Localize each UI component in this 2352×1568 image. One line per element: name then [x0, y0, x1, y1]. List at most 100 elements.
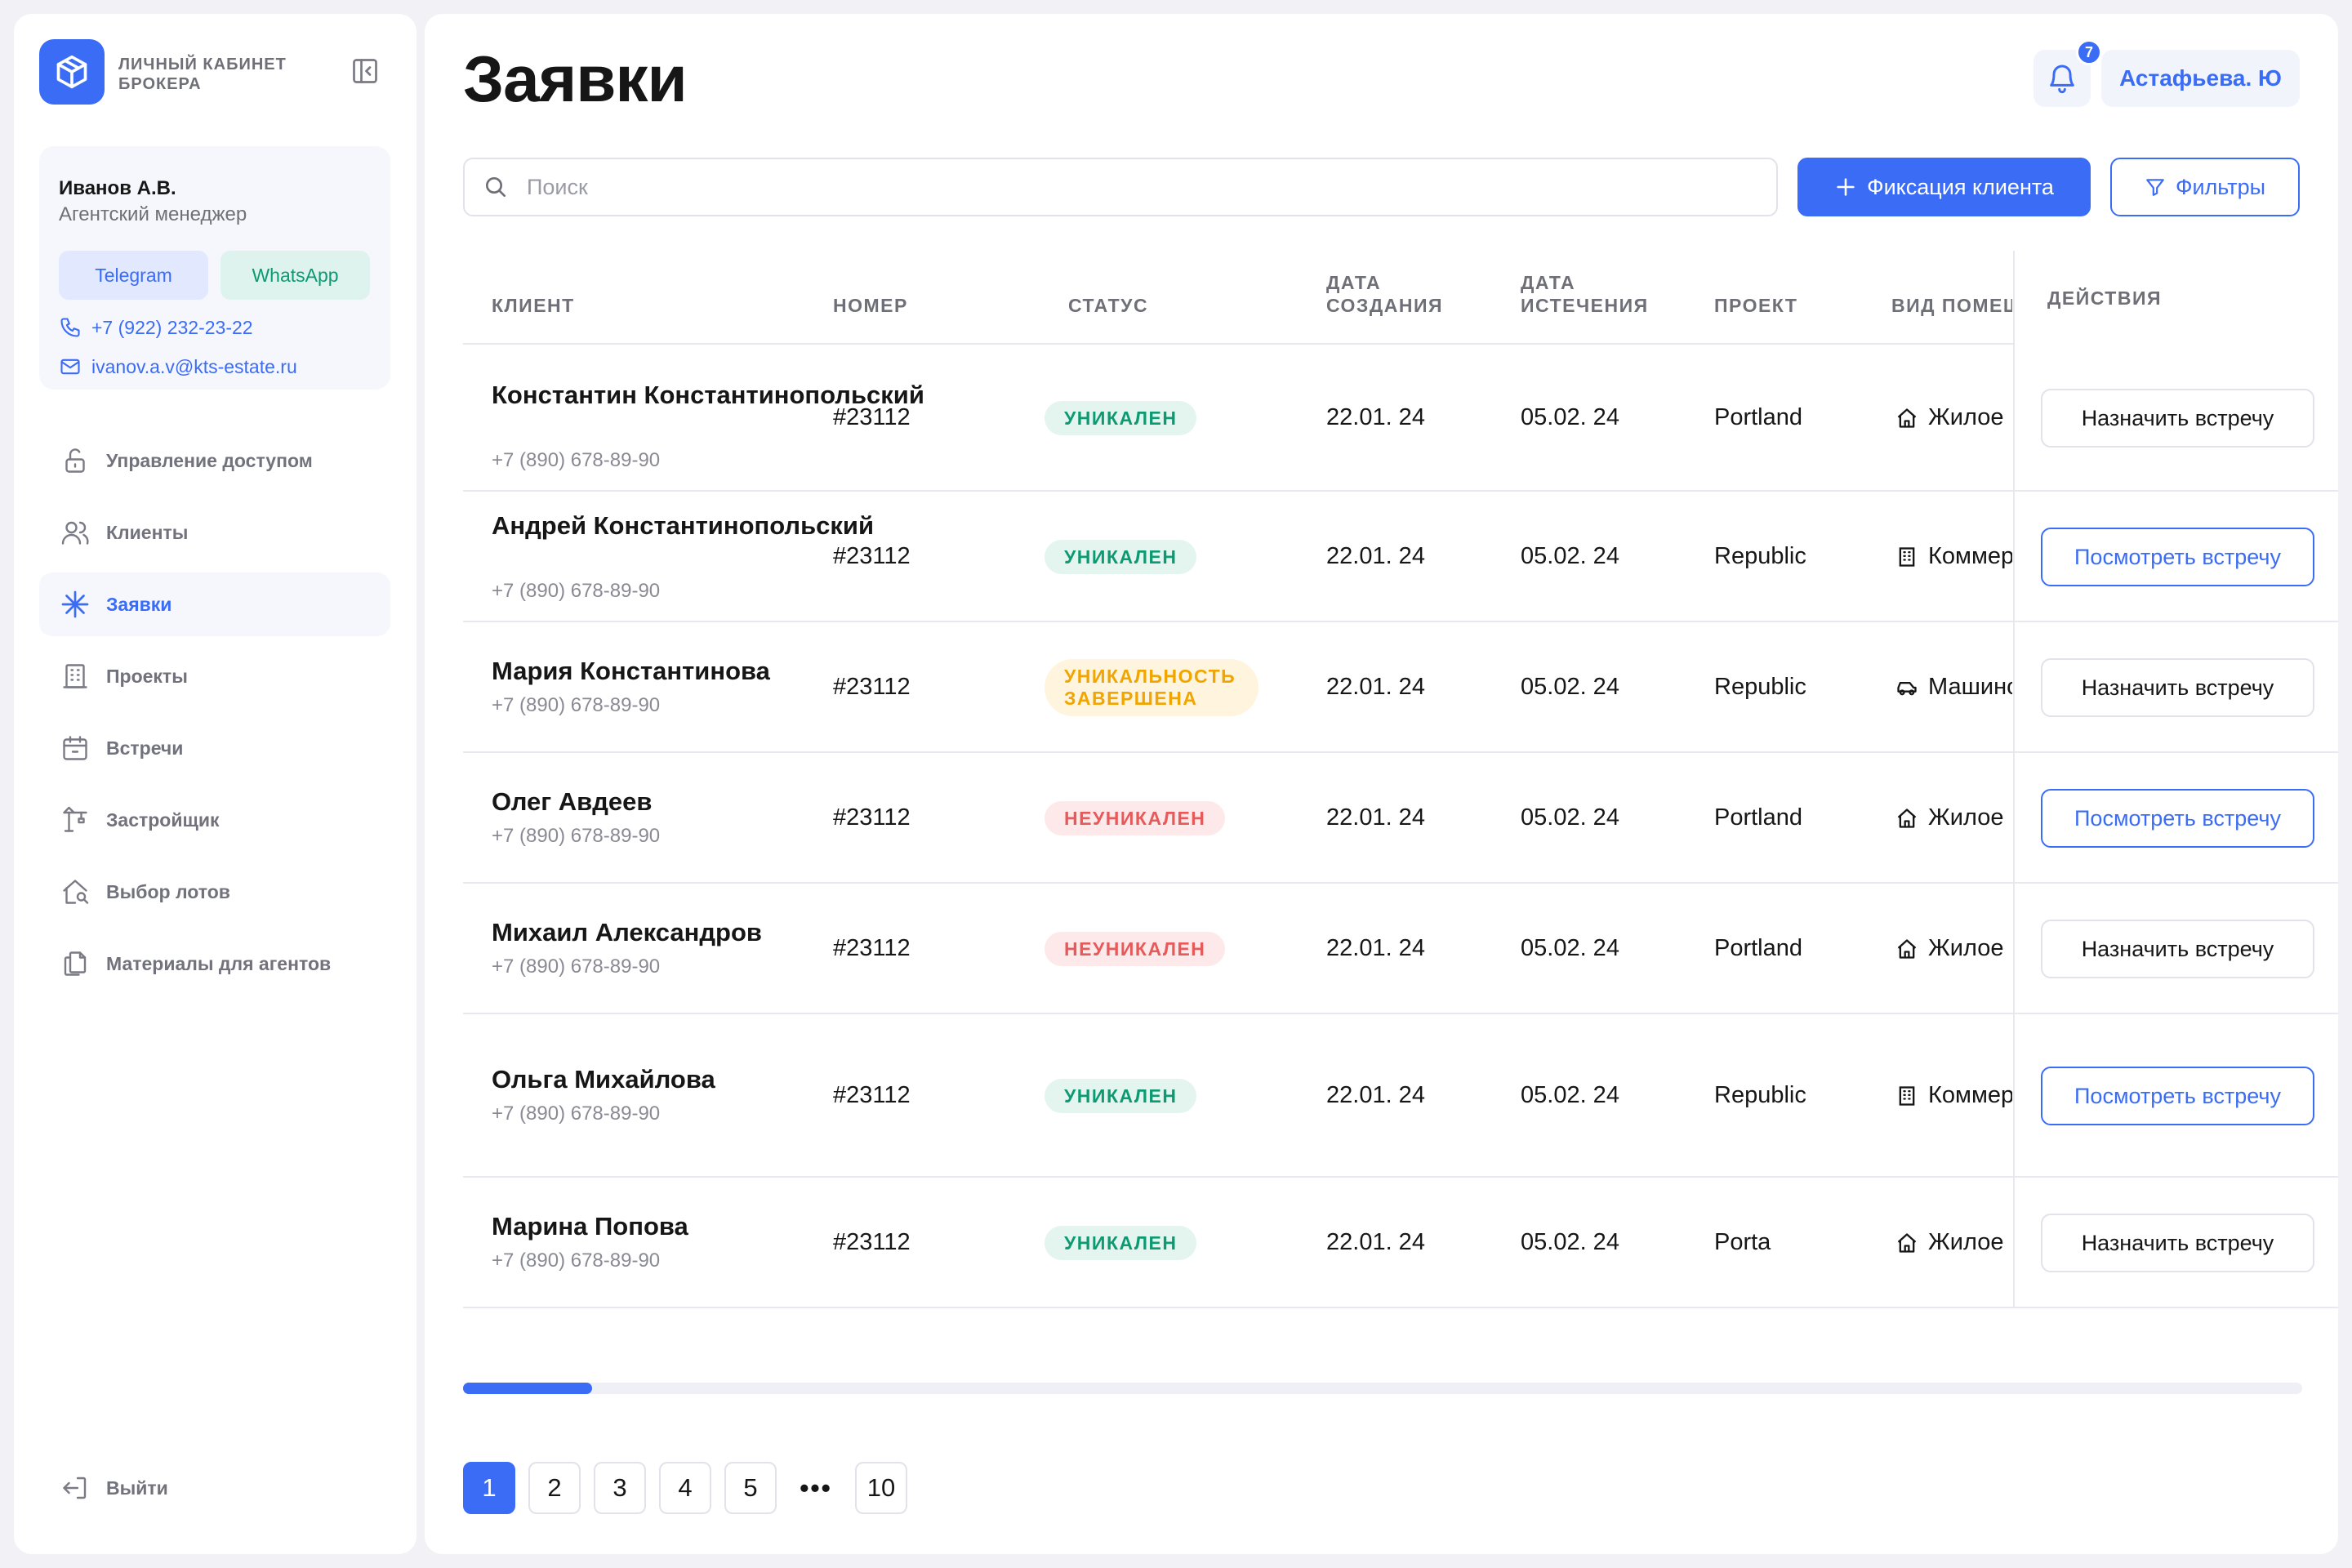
- pagination-ellipsis: •••: [790, 1462, 842, 1514]
- sidebar-item-materials[interactable]: Материалы для агентов: [39, 932, 390, 996]
- search-box[interactable]: [463, 158, 1778, 216]
- search-icon: [486, 177, 506, 197]
- manager-email: ivanov.a.v@kts-estate.ru: [91, 355, 297, 377]
- created-date: 22.01. 24: [1326, 935, 1425, 961]
- main-content: Заявки 7 Астафьева. Ю Фиксация клиента Ф…: [425, 14, 2338, 1554]
- notification-count-badge: 7: [2076, 39, 2102, 65]
- column-header-created[interactable]: ДАТА СОЗДАНИЯ: [1326, 271, 1465, 317]
- project-name: Portland: [1714, 404, 1803, 430]
- column-header-status[interactable]: СТАТУС: [1068, 294, 1148, 317]
- manager-phone-link[interactable]: +7 (922) 232-23-22: [59, 316, 253, 339]
- actions-cell: Посмотреть встречу: [2013, 1014, 2338, 1176]
- sidebar-item-lots[interactable]: Выбор лотов: [39, 860, 390, 924]
- request-number: #23112: [833, 404, 911, 430]
- manager-phone: +7 (922) 232-23-22: [91, 316, 253, 338]
- sidebar-item-access[interactable]: Управление доступом: [39, 429, 390, 492]
- calendar-icon: [63, 736, 87, 760]
- car-icon: [1897, 681, 1917, 695]
- brand-title: ЛИЧНЫЙ КАБИНЕТ БРОКЕРА: [118, 56, 287, 93]
- actions-cell: Назначить встречу: [2013, 622, 2338, 751]
- table-row[interactable]: Михаил Александров +7 (890) 678-89-90 #2…: [463, 884, 2338, 1014]
- add-client-label: Фиксация клиента: [1867, 174, 2054, 199]
- actions-cell: Посмотреть встречу: [2013, 492, 2338, 621]
- status-badge: НЕУНИКАЛЕН: [1045, 932, 1226, 966]
- property-type: Жилое: [1895, 935, 2012, 962]
- property-type: Жилое: [1895, 1229, 2012, 1256]
- page-4-button[interactable]: 4: [659, 1462, 711, 1514]
- status-badge: УНИКАЛЕН: [1045, 401, 1197, 435]
- client-phone: +7 (890) 678-89-90: [492, 956, 661, 978]
- client-name: Олег Авдеев: [492, 787, 653, 816]
- project-name: Republic: [1714, 674, 1806, 700]
- page-2-button[interactable]: 2: [528, 1462, 581, 1514]
- view-meeting-button[interactable]: Посмотреть встречу: [2041, 1067, 2314, 1125]
- schedule-meeting-button[interactable]: Назначить встречу: [2041, 658, 2314, 717]
- request-number: #23112: [833, 543, 911, 569]
- view-meeting-button[interactable]: Посмотреть встречу: [2041, 528, 2314, 586]
- expiry-date: 05.02. 24: [1521, 543, 1619, 569]
- actions-cell: Назначить встречу: [2013, 1178, 2338, 1307]
- actions-cell: Назначить встречу: [2013, 884, 2338, 1013]
- table-row[interactable]: Олег Авдеев +7 (890) 678-89-90 #23112 НЕ…: [463, 753, 2338, 884]
- column-header-type[interactable]: ВИД ПОМЕЩЕНИЯ: [1891, 294, 2012, 317]
- page-1-button[interactable]: 1: [463, 1462, 515, 1514]
- whatsapp-button[interactable]: WhatsApp: [220, 251, 370, 300]
- property-type-label: Жилое: [1928, 935, 2004, 961]
- request-number: #23112: [833, 1229, 911, 1255]
- table-row[interactable]: Ольга Михайлова +7 (890) 678-89-90 #2311…: [463, 1014, 2338, 1178]
- schedule-meeting-button[interactable]: Назначить встречу: [2041, 389, 2314, 448]
- column-header-project[interactable]: ПРОЕКТ: [1714, 294, 1797, 317]
- search-input[interactable]: [527, 174, 1670, 200]
- scrollbar-thumb[interactable]: [463, 1383, 592, 1394]
- sidebar-item-developer[interactable]: Застройщик: [39, 788, 390, 852]
- column-header-number[interactable]: НОМЕР: [833, 294, 908, 317]
- sidebar-item-label: Клиенты: [106, 521, 189, 543]
- client-phone: +7 (890) 678-89-90: [492, 1250, 661, 1272]
- status-badge: УНИКАЛЕН: [1045, 540, 1197, 574]
- page-title: Заявки: [463, 42, 688, 115]
- client-phone: +7 (890) 678-89-90: [492, 1102, 661, 1125]
- mail-icon: [60, 359, 80, 375]
- sidebar-item-projects[interactable]: Проекты: [39, 644, 390, 708]
- schedule-meeting-button[interactable]: Назначить встречу: [2041, 920, 2314, 978]
- request-number: #23112: [833, 1082, 911, 1108]
- table-row[interactable]: Константин Константинопольский +7 (890) …: [463, 345, 2338, 492]
- filters-label: Фильтры: [2175, 174, 2266, 199]
- table-row[interactable]: Андрей Константинопольский +7 (890) 678-…: [463, 492, 2338, 622]
- view-meeting-button[interactable]: Посмотреть встречу: [2041, 789, 2314, 848]
- manager-email-link[interactable]: ivanov.a.v@kts-estate.ru: [59, 355, 297, 378]
- sidebar-item-meetings[interactable]: Встречи: [39, 716, 390, 780]
- property-type-label: Машиноместо: [1928, 674, 2012, 700]
- table-row[interactable]: Марина Попова +7 (890) 678-89-90 #23112 …: [463, 1178, 2338, 1308]
- logout-button[interactable]: Выйти: [39, 1463, 390, 1512]
- column-header-client[interactable]: КЛИЕНТ: [492, 294, 575, 317]
- column-header-expires[interactable]: ДАТА ИСТЕЧЕНИЯ: [1521, 271, 1676, 317]
- lock-icon: [65, 448, 85, 473]
- property-type: Коммерческое: [1895, 1082, 2012, 1109]
- column-header-actions: ДЕЙСТВИЯ: [2013, 251, 2338, 345]
- sparkle-icon: [61, 590, 89, 618]
- collapse-sidebar-icon[interactable]: [350, 56, 380, 86]
- request-number: #23112: [833, 935, 911, 961]
- created-date: 22.01. 24: [1326, 1229, 1425, 1255]
- expiry-date: 05.02. 24: [1521, 935, 1619, 961]
- telegram-button[interactable]: Telegram: [59, 251, 208, 300]
- sidebar-item-requests[interactable]: Заявки: [39, 572, 390, 636]
- page-3-button[interactable]: 3: [594, 1462, 646, 1514]
- property-type-label: Коммерческое: [1928, 1082, 2012, 1108]
- sidebar-item-clients[interactable]: Клиенты: [39, 501, 390, 564]
- sidebar-item-label: Выбор лотов: [106, 880, 230, 902]
- home-icon: [1897, 1232, 1917, 1253]
- schedule-meeting-button[interactable]: Назначить встречу: [2041, 1214, 2314, 1272]
- table-row[interactable]: Мария Константинова +7 (890) 678-89-90 #…: [463, 622, 2338, 753]
- add-client-button[interactable]: Фиксация клиента: [1797, 158, 2091, 216]
- sidebar-item-label: Встречи: [106, 737, 184, 759]
- page-5-button[interactable]: 5: [724, 1462, 777, 1514]
- request-number: #23112: [833, 804, 911, 831]
- logo[interactable]: [39, 39, 105, 105]
- status-badge: УНИКАЛЕН: [1045, 1079, 1197, 1113]
- horizontal-scrollbar[interactable]: [463, 1383, 2302, 1394]
- user-menu-button[interactable]: Астафьева. Ю: [2101, 50, 2300, 107]
- filters-button[interactable]: Фильтры: [2110, 158, 2300, 216]
- page-10-button[interactable]: 10: [855, 1462, 907, 1514]
